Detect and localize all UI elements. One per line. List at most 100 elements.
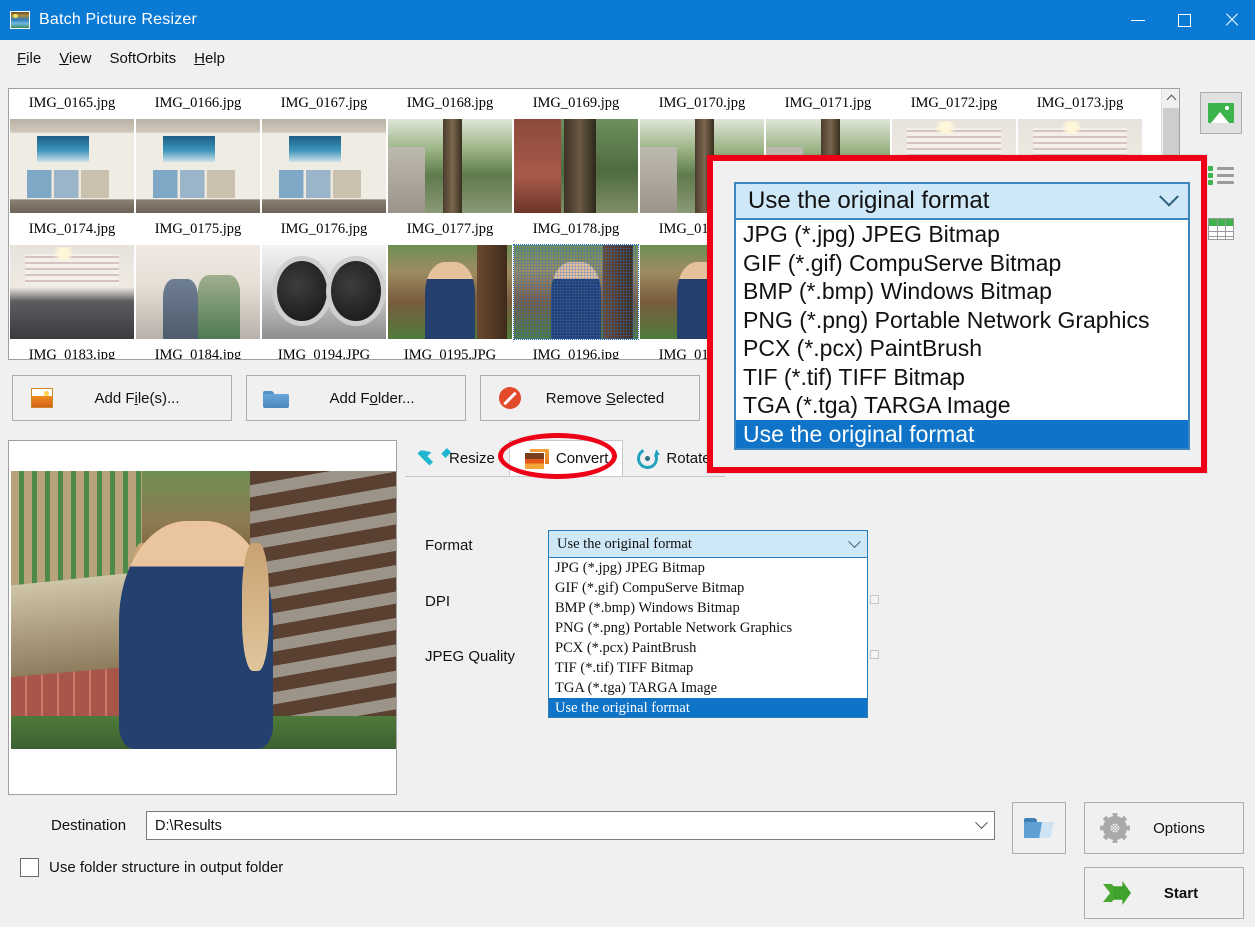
callout-format-option[interactable]: TGA (*.tga) TARGA Image (736, 391, 1188, 420)
thumbnail-filename: IMG_0175.jpg (154, 221, 242, 237)
callout-format-option[interactable]: JPG (*.jpg) JPEG Bitmap (736, 220, 1188, 249)
format-option[interactable]: JPG (*.jpg) JPEG Bitmap (549, 558, 867, 578)
thumbnail-filename: IMG_0174.jpg (28, 221, 116, 237)
menu-item-help[interactable]: Help (185, 46, 234, 71)
convert-tab-highlight-ellipse (498, 433, 617, 479)
menu-item-softorbits[interactable]: SoftOrbits (100, 46, 185, 71)
remove-selected-label: Remove Selected (545, 389, 665, 407)
maximize-button[interactable] (1161, 0, 1208, 40)
tab-rotate-label: Rotate (666, 449, 711, 467)
thumbnail-item[interactable]: IMG_0175.jpg (135, 215, 261, 341)
convert-tab-body: Format DPI JPEG Quality Use the original… (405, 477, 1180, 795)
scroll-up-button[interactable] (1162, 89, 1179, 107)
thumbnail-filename: IMG_0172.jpg (910, 95, 998, 111)
add-folder-icon (263, 389, 289, 408)
options-button[interactable]: Options (1084, 802, 1244, 854)
add-files-button[interactable]: Add File(s)... (12, 375, 232, 421)
callout-format-combobox[interactable]: Use the original format (734, 182, 1190, 220)
dpi-spinner[interactable] (870, 595, 879, 604)
preview-panel (8, 440, 397, 795)
thumbnail-filename: IMG_0171.jpg (784, 95, 872, 111)
thumbnail-filename: IMG_0168.jpg (406, 95, 494, 111)
format-option[interactable]: BMP (*.bmp) Windows Bitmap (549, 598, 867, 618)
thumbnail-image (261, 117, 387, 215)
thumbnail-item[interactable]: IMG_0194.JPG (261, 341, 387, 359)
callout-format-option[interactable]: Use the original format (736, 419, 1188, 448)
minimize-button[interactable] (1114, 0, 1161, 40)
format-combobox[interactable]: Use the original format (548, 530, 868, 558)
menu-item-file[interactable]: File (8, 46, 50, 71)
zoom-callout-overlay: Use the original format JPG (*.jpg) JPEG… (707, 155, 1207, 473)
format-option[interactable]: Use the original format (549, 698, 867, 717)
thumbnail-item[interactable]: IMG_0196.jpg (513, 341, 639, 360)
gear-icon (1100, 813, 1130, 843)
destination-combobox[interactable]: D:\Results (146, 811, 995, 840)
remove-selected-icon (499, 387, 521, 409)
format-option[interactable]: GIF (*.gif) CompuServe Bitmap (549, 578, 867, 598)
callout-format-option[interactable]: BMP (*.bmp) Windows Bitmap (736, 277, 1188, 306)
use-folder-structure-row[interactable]: Use folder structure in output folder (20, 858, 283, 877)
callout-format-option[interactable]: GIF (*.gif) CompuServe Bitmap (736, 249, 1188, 278)
close-button[interactable] (1208, 0, 1255, 40)
start-label: Start (1163, 884, 1199, 902)
add-folder-label: Add Folder... (329, 389, 415, 407)
thumbnail-filename: IMG_0196.jpg (532, 347, 620, 360)
thumbnail-filename: IMG_0170.jpg (658, 95, 746, 111)
thumbnail-image (9, 243, 135, 341)
thumbnail-filename: IMG_0184.jpg (154, 347, 242, 360)
add-file-icon (31, 388, 53, 408)
thumbnail-item[interactable]: IMG_0166.jpg (135, 89, 261, 215)
use-folder-structure-checkbox[interactable] (20, 858, 39, 877)
thumbnail-item[interactable]: IMG_0183.jpg (9, 341, 135, 360)
thumbnail-image (513, 117, 639, 215)
thumbnail-item[interactable]: IMG_0169.jpg (513, 89, 639, 215)
thumbnail-item[interactable]: IMG_0168.jpg (387, 89, 513, 215)
app-window: Batch Picture Resizer File View SoftOrbi… (0, 0, 1255, 927)
callout-format-option[interactable]: PNG (*.png) Portable Network Graphics (736, 306, 1188, 335)
callout-format-option[interactable]: TIF (*.tif) TIFF Bitmap (736, 363, 1188, 392)
format-option[interactable]: TIF (*.tif) TIFF Bitmap (549, 658, 867, 678)
destination-value: D:\Results (155, 817, 222, 834)
format-dropdown-list[interactable]: JPG (*.jpg) JPEG Bitmap GIF (*.gif) Compu… (548, 558, 868, 718)
callout-dropdown-list[interactable]: JPG (*.jpg) JPEG Bitmap GIF (*.gif) Compu… (734, 220, 1190, 450)
thumbnail-filename: IMG_0183.jpg (28, 347, 116, 360)
thumbnail-view-icon (1208, 103, 1234, 123)
use-folder-structure-label: Use folder structure in output folder (49, 859, 284, 876)
thumbnail-filename: IMG_0177.jpg (406, 221, 494, 237)
thumbnail-item[interactable]: IMG_0174.jpg (9, 215, 135, 341)
format-option[interactable]: PCX (*.pcx) PaintBrush (549, 638, 867, 658)
thumbnail-item[interactable]: IMG_0167.jpg (261, 89, 387, 215)
thumbnail-item[interactable]: IMG_0176.jpg (261, 215, 387, 341)
operation-tab-panel: Resize Convert Rotate Format DPI JPEG Qu… (405, 440, 1180, 795)
jpeg-quality-label: JPEG Quality (425, 648, 516, 665)
thumbnail-filename: IMG_0176.jpg (280, 221, 368, 237)
thumbnail-item[interactable]: IMG_0184.jpg (135, 341, 261, 360)
menu-item-view[interactable]: View (50, 46, 100, 71)
thumbnail-view-button[interactable] (1200, 92, 1242, 134)
preview-image (11, 471, 396, 749)
title-bar: Batch Picture Resizer (0, 0, 1255, 40)
start-button[interactable]: Start (1084, 867, 1244, 919)
menu-bar: File View SoftOrbits Help (0, 40, 1255, 76)
rotate-icon (634, 444, 662, 472)
thumbnail-image (387, 117, 513, 215)
thumbnail-filename: IMG_0167.jpg (280, 95, 368, 111)
browse-destination-button[interactable] (1012, 802, 1066, 854)
thumbnail-image (513, 243, 639, 341)
add-files-label: Add File(s)... (94, 389, 180, 407)
format-option[interactable]: TGA (*.tga) TARGA Image (549, 678, 867, 698)
format-option[interactable]: PNG (*.png) Portable Network Graphics (549, 618, 867, 638)
remove-selected-button[interactable]: Remove Selected (480, 375, 700, 421)
add-folder-button[interactable]: Add Folder... (246, 375, 466, 421)
jpeg-quality-spinner[interactable] (870, 650, 879, 659)
thumbnail-item[interactable]: IMG_0165.jpg (9, 89, 135, 215)
thumbnail-image (135, 117, 261, 215)
thumbnail-item[interactable]: IMG_0195.JPG (387, 341, 513, 359)
callout-format-option[interactable]: PCX (*.pcx) PaintBrush (736, 334, 1188, 363)
tab-resize[interactable]: Resize (405, 440, 509, 476)
thumbnail-filename: IMG_0173.jpg (1036, 95, 1124, 111)
thumbnail-item[interactable]: IMG_0177.jpg (387, 215, 513, 341)
green-arrow-icon (1103, 881, 1131, 905)
window-title: Batch Picture Resizer (39, 11, 198, 28)
thumbnail-item[interactable]: IMG_0178.jpg (513, 215, 639, 341)
